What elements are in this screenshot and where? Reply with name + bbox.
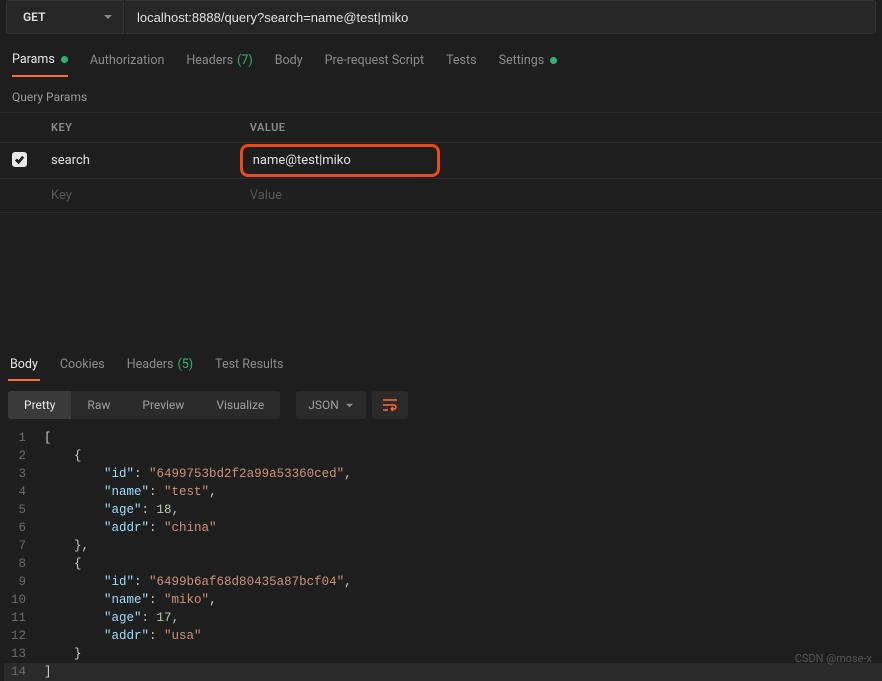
checkbox-header — [0, 113, 39, 143]
param-row[interactable]: KeyValue — [0, 179, 882, 213]
code-line: 5 "age": 18, — [4, 501, 882, 519]
param-value-cell[interactable]: name@test|miko — [238, 143, 882, 179]
tab-headers[interactable]: Headers (7) — [186, 52, 252, 77]
tab-body[interactable]: Body — [275, 52, 303, 77]
request-url-bar: GET — [0, 0, 882, 34]
code-line: 9 "id": "6499b6af68d80435a87bcf04", — [4, 573, 882, 591]
resp-tab-test-results[interactable]: Test Results — [213, 353, 285, 381]
resp-tab-body[interactable]: Body — [8, 353, 40, 381]
view-visualize-button[interactable]: Visualize — [200, 391, 280, 419]
language-label: JSON — [308, 398, 339, 412]
code-line: 4 "name": "test", — [4, 483, 882, 501]
url-input[interactable] — [125, 0, 876, 34]
code-line: 14] — [4, 663, 882, 681]
checkbox-checked[interactable] — [12, 152, 27, 167]
tab-authorization[interactable]: Authorization — [90, 52, 165, 77]
chevron-down-icon — [103, 12, 113, 22]
chevron-down-icon — [345, 401, 354, 410]
http-method-label: GET — [23, 10, 45, 24]
wrap-icon — [382, 398, 398, 412]
tab-params[interactable]: Params — [12, 52, 68, 77]
resp-tab-cookies[interactable]: Cookies — [58, 353, 107, 381]
code-line: 10 "name": "miko", — [4, 591, 882, 609]
status-dot-icon — [61, 56, 68, 63]
response-body-viewer[interactable]: 1[2 {3 "id": "6499753bd2f2a99a53360ced",… — [0, 429, 882, 681]
code-line: 13 } — [4, 645, 882, 663]
status-dot-icon — [550, 57, 557, 64]
tab-settings[interactable]: Settings — [499, 52, 558, 77]
param-row[interactable]: searchname@test|miko — [0, 143, 882, 179]
param-key-cell[interactable]: search — [39, 143, 238, 179]
param-key-cell[interactable]: Key — [39, 179, 238, 213]
language-dropdown[interactable]: JSON — [296, 391, 366, 419]
query-params-table: KEY VALUE searchname@test|mikoKeyValue — [0, 112, 882, 213]
view-preview-button[interactable]: Preview — [126, 391, 200, 419]
code-line: 7 }, — [4, 537, 882, 555]
view-pretty-button[interactable]: Pretty — [8, 391, 71, 419]
tab-tests[interactable]: Tests — [446, 52, 476, 77]
value-header: VALUE — [238, 113, 882, 143]
wrap-lines-button[interactable] — [372, 391, 408, 419]
response-toolbar: PrettyRawPreviewVisualize JSON — [0, 381, 882, 429]
code-line: 12 "addr": "usa" — [4, 627, 882, 645]
request-tabs: Params Authorization Headers (7) Body Pre-re… — [0, 34, 882, 78]
code-line: 2 { — [4, 447, 882, 465]
code-line: 8 { — [4, 555, 882, 573]
view-mode-group: PrettyRawPreviewVisualize — [8, 391, 280, 419]
param-value-cell[interactable]: Value — [238, 179, 882, 213]
tab-pre-request-script[interactable]: Pre-request Script — [325, 52, 424, 77]
resp-tab-headers[interactable]: Headers (5) — [125, 353, 195, 381]
query-params-heading: Query Params — [0, 78, 882, 112]
code-line: 11 "age": 17, — [4, 609, 882, 627]
code-line: 3 "id": "6499753bd2f2a99a53360ced", — [4, 465, 882, 483]
view-raw-button[interactable]: Raw — [71, 391, 126, 419]
code-line: 1[ — [4, 429, 882, 447]
http-method-selector[interactable]: GET — [6, 0, 124, 34]
code-line: 6 "addr": "china" — [4, 519, 882, 537]
key-header: KEY — [39, 113, 238, 143]
response-tabs: Body Cookies Headers (5) Test Results — [0, 343, 882, 381]
